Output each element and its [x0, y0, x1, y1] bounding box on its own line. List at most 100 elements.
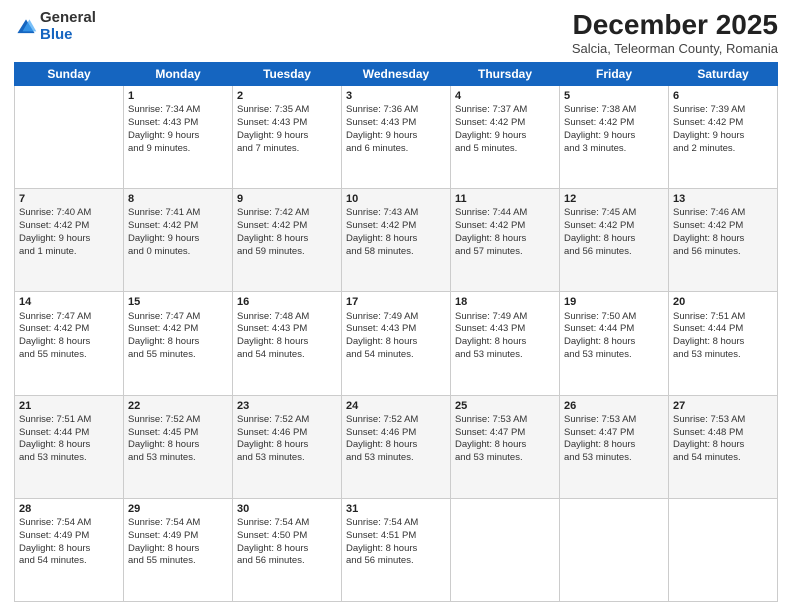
day-number: 24 [346, 399, 446, 413]
cell-info: Sunrise: 7:51 AM [19, 414, 119, 427]
cell-info: Daylight: 8 hours [128, 439, 228, 452]
cell-info: Sunset: 4:43 PM [237, 323, 337, 336]
cell-info: Daylight: 9 hours [455, 130, 555, 143]
col-tuesday: Tuesday [233, 62, 342, 85]
cell-info: Sunset: 4:43 PM [455, 323, 555, 336]
day-number: 6 [673, 89, 773, 103]
table-row: 15Sunrise: 7:47 AMSunset: 4:42 PMDayligh… [124, 292, 233, 395]
col-saturday: Saturday [669, 62, 778, 85]
table-row: 28Sunrise: 7:54 AMSunset: 4:49 PMDayligh… [15, 498, 124, 601]
cell-info: Daylight: 8 hours [673, 336, 773, 349]
table-row: 8Sunrise: 7:41 AMSunset: 4:42 PMDaylight… [124, 189, 233, 292]
cell-info: Sunrise: 7:47 AM [19, 311, 119, 324]
cell-info: Sunrise: 7:46 AM [673, 207, 773, 220]
table-row: 20Sunrise: 7:51 AMSunset: 4:44 PMDayligh… [669, 292, 778, 395]
cell-info: Daylight: 8 hours [237, 233, 337, 246]
cell-info: Sunset: 4:42 PM [455, 117, 555, 130]
table-row: 1Sunrise: 7:34 AMSunset: 4:43 PMDaylight… [124, 85, 233, 188]
day-number: 11 [455, 192, 555, 206]
cell-info: and 54 minutes. [237, 349, 337, 362]
cell-info: and 55 minutes. [128, 349, 228, 362]
cell-info: Daylight: 8 hours [237, 439, 337, 452]
cell-info: Sunrise: 7:53 AM [455, 414, 555, 427]
table-row: 13Sunrise: 7:46 AMSunset: 4:42 PMDayligh… [669, 189, 778, 292]
cell-info: Sunrise: 7:51 AM [673, 311, 773, 324]
cell-info: and 56 minutes. [673, 246, 773, 259]
cell-info: Sunset: 4:42 PM [19, 220, 119, 233]
calendar-week-3: 14Sunrise: 7:47 AMSunset: 4:42 PMDayligh… [15, 292, 778, 395]
cell-info: Sunrise: 7:54 AM [128, 517, 228, 530]
cell-info: and 53 minutes. [673, 349, 773, 362]
day-number: 25 [455, 399, 555, 413]
cell-info: Sunrise: 7:44 AM [455, 207, 555, 220]
cell-info: Sunrise: 7:53 AM [673, 414, 773, 427]
day-number: 20 [673, 295, 773, 309]
cell-info: and 54 minutes. [19, 555, 119, 568]
day-number: 5 [564, 89, 664, 103]
day-number: 31 [346, 502, 446, 516]
cell-info: Daylight: 8 hours [455, 439, 555, 452]
cell-info: and 7 minutes. [237, 143, 337, 156]
cell-info: and 53 minutes. [19, 452, 119, 465]
cell-info: and 55 minutes. [19, 349, 119, 362]
cell-info: Daylight: 8 hours [128, 336, 228, 349]
day-number: 8 [128, 192, 228, 206]
day-number: 30 [237, 502, 337, 516]
cell-info: Sunset: 4:51 PM [346, 530, 446, 543]
table-row: 29Sunrise: 7:54 AMSunset: 4:49 PMDayligh… [124, 498, 233, 601]
table-row: 27Sunrise: 7:53 AMSunset: 4:48 PMDayligh… [669, 395, 778, 498]
day-number: 27 [673, 399, 773, 413]
cell-info: and 6 minutes. [346, 143, 446, 156]
cell-info: Daylight: 9 hours [128, 130, 228, 143]
cell-info: Sunrise: 7:52 AM [237, 414, 337, 427]
cell-info: Daylight: 8 hours [19, 543, 119, 556]
table-row: 17Sunrise: 7:49 AMSunset: 4:43 PMDayligh… [342, 292, 451, 395]
cell-info: Sunrise: 7:49 AM [455, 311, 555, 324]
table-row: 14Sunrise: 7:47 AMSunset: 4:42 PMDayligh… [15, 292, 124, 395]
table-row: 16Sunrise: 7:48 AMSunset: 4:43 PMDayligh… [233, 292, 342, 395]
cell-info: Daylight: 8 hours [346, 543, 446, 556]
table-row: 31Sunrise: 7:54 AMSunset: 4:51 PMDayligh… [342, 498, 451, 601]
cell-info: and 57 minutes. [455, 246, 555, 259]
cell-info: and 56 minutes. [564, 246, 664, 259]
table-row: 4Sunrise: 7:37 AMSunset: 4:42 PMDaylight… [451, 85, 560, 188]
cell-info: and 53 minutes. [237, 452, 337, 465]
cell-info: Sunset: 4:49 PM [19, 530, 119, 543]
table-row: 9Sunrise: 7:42 AMSunset: 4:42 PMDaylight… [233, 189, 342, 292]
cell-info: Daylight: 8 hours [564, 439, 664, 452]
cell-info: Daylight: 9 hours [673, 130, 773, 143]
col-monday: Monday [124, 62, 233, 85]
cell-info: and 53 minutes. [346, 452, 446, 465]
cell-info: Sunrise: 7:37 AM [455, 104, 555, 117]
table-row [451, 498, 560, 601]
cell-info: Sunrise: 7:45 AM [564, 207, 664, 220]
day-number: 2 [237, 89, 337, 103]
cell-info: Sunset: 4:43 PM [128, 117, 228, 130]
cell-info: Sunset: 4:48 PM [673, 427, 773, 440]
table-row [560, 498, 669, 601]
cell-info: and 58 minutes. [346, 246, 446, 259]
title-location: Salcia, Teleorman County, Romania [572, 41, 778, 56]
cell-info: and 3 minutes. [564, 143, 664, 156]
day-number: 14 [19, 295, 119, 309]
table-row: 6Sunrise: 7:39 AMSunset: 4:42 PMDaylight… [669, 85, 778, 188]
logo: General Blue [14, 10, 96, 43]
cell-info: Sunset: 4:42 PM [128, 323, 228, 336]
cell-info: Sunrise: 7:52 AM [346, 414, 446, 427]
cell-info: Sunset: 4:46 PM [237, 427, 337, 440]
calendar-week-1: 1Sunrise: 7:34 AMSunset: 4:43 PMDaylight… [15, 85, 778, 188]
cell-info: Sunrise: 7:40 AM [19, 207, 119, 220]
calendar-week-4: 21Sunrise: 7:51 AMSunset: 4:44 PMDayligh… [15, 395, 778, 498]
col-thursday: Thursday [451, 62, 560, 85]
table-row: 23Sunrise: 7:52 AMSunset: 4:46 PMDayligh… [233, 395, 342, 498]
table-row: 10Sunrise: 7:43 AMSunset: 4:42 PMDayligh… [342, 189, 451, 292]
page: General Blue December 2025 Salcia, Teleo… [0, 0, 792, 612]
cell-info: Sunset: 4:42 PM [455, 220, 555, 233]
cell-info: Sunset: 4:43 PM [346, 323, 446, 336]
cell-info: Sunrise: 7:49 AM [346, 311, 446, 324]
cell-info: Daylight: 9 hours [128, 233, 228, 246]
header: General Blue December 2025 Salcia, Teleo… [14, 10, 778, 56]
day-number: 22 [128, 399, 228, 413]
table-row: 22Sunrise: 7:52 AMSunset: 4:45 PMDayligh… [124, 395, 233, 498]
cell-info: Sunrise: 7:42 AM [237, 207, 337, 220]
